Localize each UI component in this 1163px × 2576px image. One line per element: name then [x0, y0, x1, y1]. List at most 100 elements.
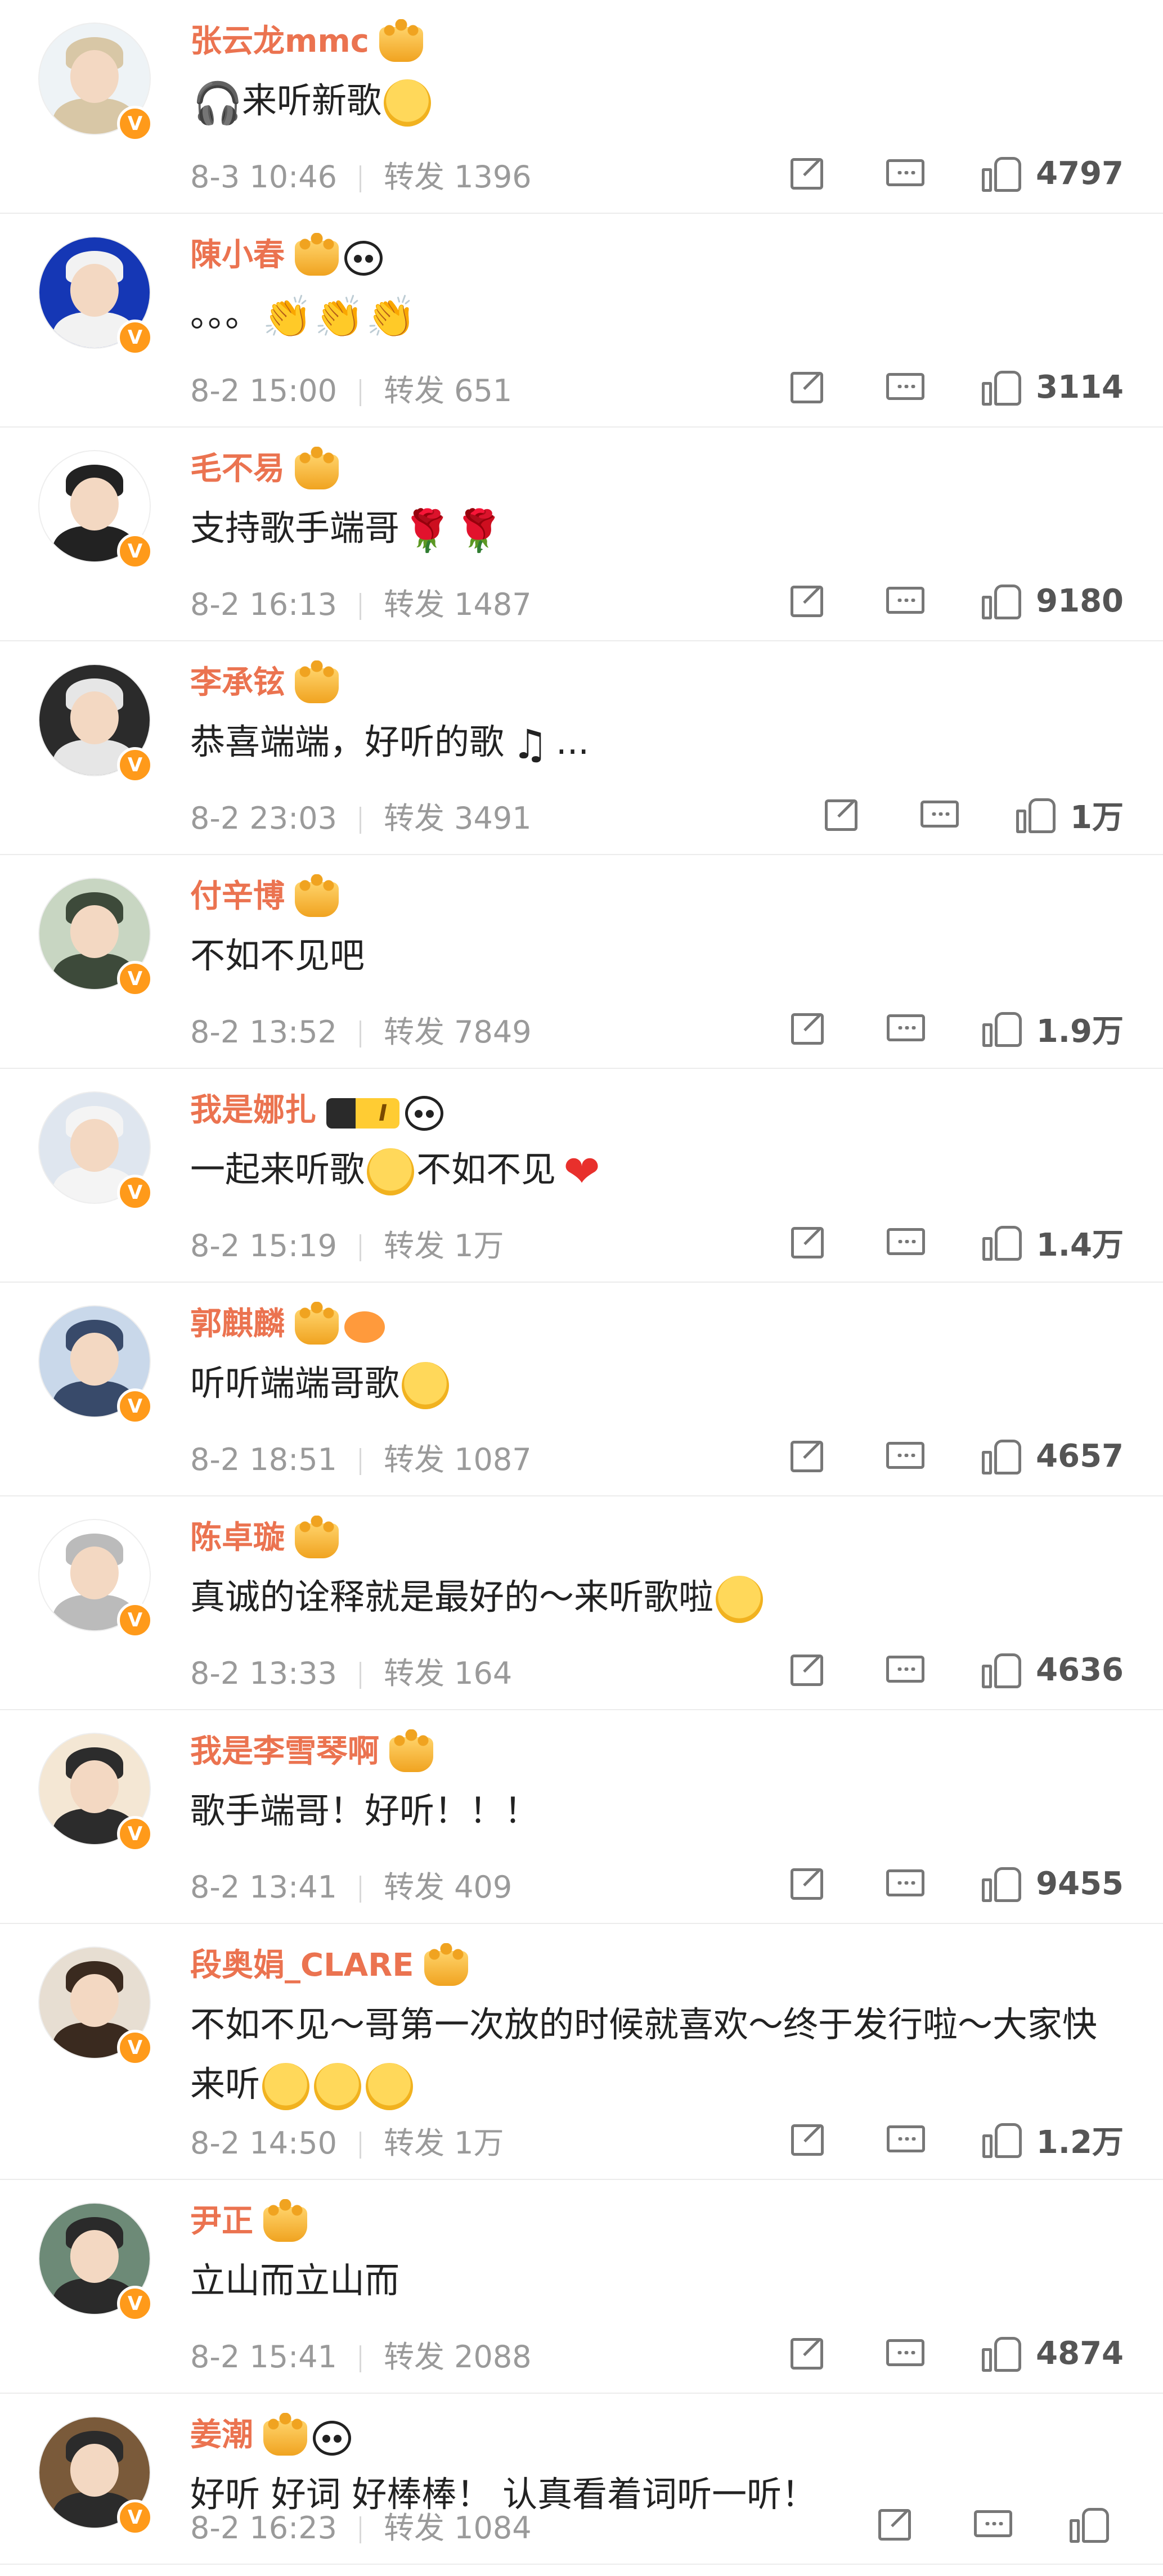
- share-icon[interactable]: [875, 2505, 918, 2544]
- repost-count[interactable]: 转发 7849: [384, 1014, 532, 1050]
- share-icon[interactable]: [788, 2120, 830, 2159]
- user-name[interactable]: 段奥娟_CLARE: [190, 1940, 474, 1986]
- comment-date: 8-2 16:23: [190, 2510, 337, 2546]
- user-name[interactable]: 付辛博: [190, 871, 344, 918]
- avatar-face: [70, 478, 119, 531]
- user-name[interactable]: 毛不易: [190, 443, 344, 490]
- user-name-text[interactable]: 李承铉: [190, 664, 285, 701]
- repost-count[interactable]: 转发 2088: [384, 2339, 532, 2375]
- thumbs-up-icon[interactable]: [981, 367, 1023, 407]
- share-icon[interactable]: [787, 581, 830, 621]
- thumbs-up-icon[interactable]: [981, 1222, 1024, 1262]
- user-name[interactable]: 我是娜扎 I: [190, 1085, 443, 1131]
- user-name[interactable]: 姜潮: [190, 2409, 351, 2456]
- user-name[interactable]: 郭麒麟: [190, 1298, 385, 1345]
- comment-icon[interactable]: [884, 2120, 927, 2159]
- like-count[interactable]: 4797: [1036, 155, 1124, 192]
- user-name-text[interactable]: 陳小春: [190, 237, 285, 273]
- verified-badge-icon: V: [117, 533, 153, 569]
- thumbs-up-icon[interactable]: [1015, 795, 1058, 834]
- comment-text: 听听端端哥歌: [190, 1354, 1118, 1413]
- thumbs-up-icon[interactable]: [1068, 2505, 1111, 2544]
- meta-divider: [359, 165, 361, 193]
- share-icon[interactable]: [787, 1864, 830, 1903]
- repost-count[interactable]: 转发 1396: [384, 159, 532, 195]
- thumbs-up-icon[interactable]: [981, 2334, 1023, 2373]
- user-name-text[interactable]: 姜潮: [190, 2417, 253, 2453]
- comment-icon[interactable]: [884, 1009, 927, 1048]
- user-name-text[interactable]: 郭麒麟: [190, 1306, 285, 1342]
- repost-count[interactable]: 转发 1084: [384, 2510, 532, 2546]
- comment-icon[interactable]: [884, 1436, 927, 1476]
- verified-badge-icon: V: [117, 2030, 153, 2066]
- like-count[interactable]: 4657: [1036, 1438, 1124, 1474]
- comment-meta: 8-2 15:00 转发 651: [190, 366, 512, 410]
- comment-icon[interactable]: [884, 581, 927, 621]
- comment-meta: 8-2 13:41 转发 409: [190, 1862, 512, 1907]
- like-count[interactable]: 4636: [1036, 1652, 1124, 1688]
- repost-count[interactable]: 转发 1万: [384, 1228, 504, 1264]
- repost-count[interactable]: 转发 1087: [384, 1442, 532, 1477]
- like-count[interactable]: 1.9万: [1036, 1006, 1124, 1051]
- thumbs-up-icon[interactable]: [981, 2120, 1024, 2159]
- comment-icon[interactable]: [884, 1650, 927, 1689]
- user-name[interactable]: 我是李雪琴啊: [190, 1726, 439, 1773]
- like-count[interactable]: 3114: [1036, 369, 1124, 406]
- user-name-text[interactable]: 张云龙mmc: [190, 23, 369, 60]
- share-icon[interactable]: [787, 154, 830, 193]
- comment-date: 8-2 14:50: [190, 2125, 337, 2161]
- like-count[interactable]: 1万: [1070, 792, 1124, 838]
- share-icon[interactable]: [787, 1650, 830, 1689]
- user-name-text[interactable]: 陈卓璇: [190, 1519, 285, 1556]
- comment-icon[interactable]: [884, 367, 927, 407]
- user-name[interactable]: 张云龙mmc: [190, 16, 429, 62]
- user-name-text[interactable]: 我是娜扎: [190, 1092, 316, 1129]
- comment-icon[interactable]: [884, 154, 927, 193]
- comment-icon[interactable]: [884, 1222, 927, 1262]
- repost-count[interactable]: 转发 3491: [384, 801, 532, 836]
- thumbs-up-icon[interactable]: [981, 581, 1023, 621]
- repost-count[interactable]: 转发 651: [384, 373, 512, 408]
- repost-count[interactable]: 转发 164: [384, 1656, 512, 1691]
- thumbs-up-icon[interactable]: [981, 1009, 1024, 1048]
- user-badges: [379, 19, 429, 62]
- like-count[interactable]: 4874: [1036, 2335, 1124, 2372]
- vip-crown-icon: [379, 19, 423, 62]
- share-icon[interactable]: [788, 1009, 830, 1048]
- user-name-text[interactable]: 我是李雪琴啊: [190, 1733, 379, 1770]
- like-count[interactable]: 1.2万: [1036, 2117, 1124, 2163]
- share-icon[interactable]: [787, 2334, 830, 2373]
- user-name-text[interactable]: 毛不易: [190, 451, 285, 487]
- user-badges: [263, 2199, 313, 2242]
- user-name-text[interactable]: 付辛博: [190, 878, 285, 915]
- user-name-text[interactable]: 段奥娟_CLARE: [190, 1947, 414, 1984]
- like-count[interactable]: 9180: [1036, 583, 1124, 619]
- comment-text-segment: 一起来听歌: [190, 1149, 365, 1190]
- share-icon[interactable]: [821, 795, 864, 834]
- vip-crown-icon: [424, 1943, 468, 1986]
- repost-count[interactable]: 转发 409: [384, 1869, 512, 1905]
- thumbs-up-icon[interactable]: [981, 154, 1023, 193]
- comment-icon[interactable]: [884, 1864, 927, 1903]
- comment-date: 8-2 15:41: [190, 2339, 337, 2375]
- comment-icon[interactable]: [918, 795, 961, 834]
- user-name[interactable]: 尹正: [190, 2196, 313, 2242]
- avatar-face: [70, 50, 119, 104]
- user-name[interactable]: 陳小春: [190, 230, 383, 276]
- vip-crown-icon: [295, 447, 339, 490]
- comment-icon[interactable]: [884, 2334, 927, 2373]
- user-name-text[interactable]: 尹正: [190, 2203, 253, 2240]
- comment-icon[interactable]: [972, 2505, 1014, 2544]
- like-count[interactable]: 1.4万: [1036, 1220, 1124, 1265]
- user-name[interactable]: 陈卓璇: [190, 1512, 344, 1559]
- share-icon[interactable]: [787, 367, 830, 407]
- repost-count[interactable]: 转发 1万: [384, 2125, 504, 2161]
- repost-count[interactable]: 转发 1487: [384, 587, 532, 622]
- user-name[interactable]: 李承铉: [190, 657, 344, 704]
- share-icon[interactable]: [787, 1436, 830, 1476]
- thumbs-up-icon[interactable]: [981, 1650, 1023, 1689]
- like-count[interactable]: 9455: [1036, 1865, 1124, 1902]
- share-icon[interactable]: [788, 1222, 830, 1262]
- thumbs-up-icon[interactable]: [981, 1436, 1023, 1476]
- thumbs-up-icon[interactable]: [981, 1864, 1023, 1903]
